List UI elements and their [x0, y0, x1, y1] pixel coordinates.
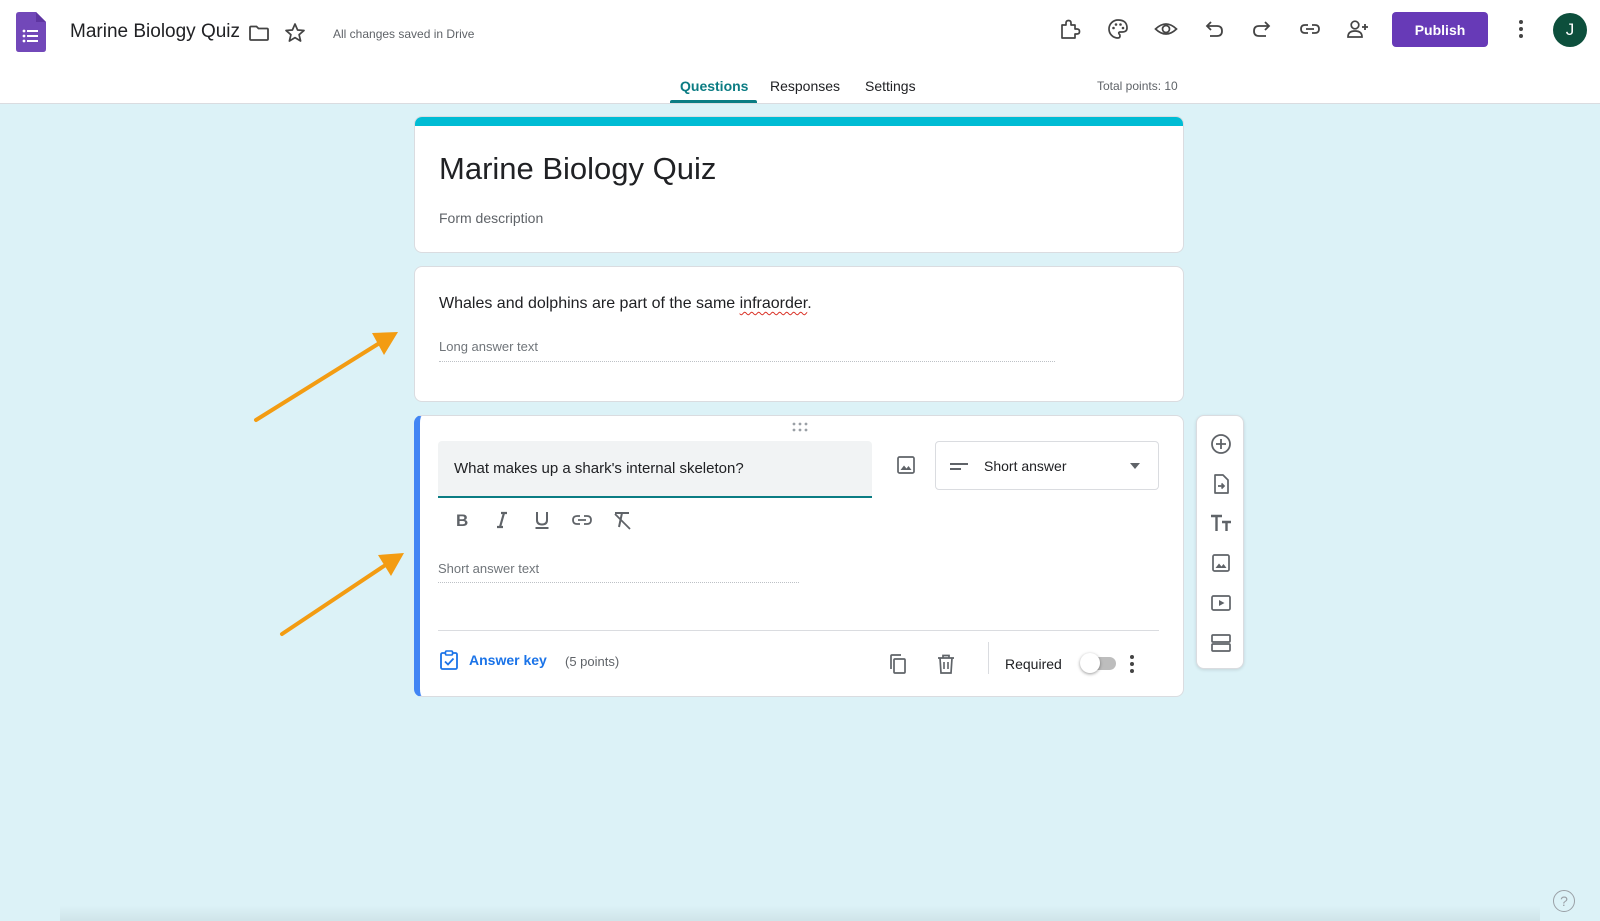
redo-icon[interactable] [1250, 17, 1274, 41]
add-video-icon[interactable] [1209, 591, 1233, 615]
annotation-arrow-2 [280, 553, 404, 636]
folder-icon[interactable] [247, 21, 271, 45]
question-1-text-before: Whales and dolphins are part of the same [439, 295, 740, 312]
answer-key-icon [440, 650, 458, 670]
publish-button[interactable]: Publish [1392, 12, 1488, 47]
points-value: (5 points) [565, 654, 620, 669]
tab-responses[interactable]: Responses [770, 78, 840, 94]
duplicate-icon[interactable] [886, 652, 910, 676]
add-image-icon[interactable] [894, 453, 918, 477]
required-label: Required [1005, 656, 1062, 672]
save-status: All changes saved in Drive [333, 27, 475, 41]
link-icon[interactable] [1298, 17, 1322, 41]
annotation-arrow-1 [254, 332, 398, 422]
active-tab-indicator [670, 100, 757, 103]
form-description-field[interactable]: Form description [439, 210, 543, 226]
add-section-icon[interactable] [1209, 631, 1233, 655]
clear-formatting-icon[interactable] [610, 508, 634, 532]
toggle-thumb [1080, 653, 1100, 673]
answer-key-label: Answer key [469, 652, 547, 668]
help-icon[interactable]: ? [1553, 890, 1575, 912]
question-type-dropdown[interactable]: Short answer [935, 441, 1159, 490]
add-collaborator-icon[interactable] [1346, 17, 1370, 41]
bold-icon[interactable]: B [450, 508, 474, 532]
question-card-2[interactable]: What makes up a shark's internal skeleto… [414, 415, 1184, 697]
long-answer-placeholder: Long answer text [439, 339, 539, 354]
answer-underline [438, 582, 799, 583]
tab-questions[interactable]: Questions [680, 78, 748, 94]
bottom-shadow [60, 905, 1540, 921]
tab-settings[interactable]: Settings [865, 78, 916, 94]
import-questions-icon[interactable] [1209, 472, 1233, 496]
answer-underline [439, 361, 1055, 362]
question-2-title-input[interactable]: What makes up a shark's internal skeleto… [438, 441, 872, 498]
document-title[interactable]: Marine Biology Quiz [70, 21, 240, 43]
addon-icon[interactable] [1058, 17, 1082, 41]
question-1-text-after: . [807, 295, 812, 312]
text-format-toolbar: B [450, 508, 634, 532]
question-footer-divider [438, 630, 1159, 631]
answer-key-button[interactable]: Answer key [438, 649, 547, 671]
delete-icon[interactable] [934, 652, 958, 676]
preview-icon[interactable] [1154, 17, 1178, 41]
form-title-card[interactable]: Marine Biology Quiz Form description [414, 116, 1184, 253]
add-title-icon[interactable] [1209, 511, 1233, 535]
footer-vertical-divider [988, 642, 989, 674]
form-title[interactable]: Marine Biology Quiz [439, 151, 716, 187]
svg-text:B: B [456, 511, 468, 530]
more-options-icon[interactable] [1120, 652, 1144, 676]
required-toggle[interactable] [1080, 652, 1116, 673]
question-card-1[interactable]: Whales and dolphins are part of the same… [414, 266, 1184, 402]
app-header: Marine Biology Quiz All changes saved in… [0, 0, 1600, 104]
question-2-text[interactable]: What makes up a shark's internal skeleto… [454, 460, 744, 477]
question-1-title[interactable]: Whales and dolphins are part of the same… [439, 295, 812, 313]
spellcheck-word[interactable]: infraorder [740, 295, 808, 312]
star-icon[interactable] [283, 21, 307, 45]
short-answer-placeholder: Short answer text [438, 561, 540, 576]
add-question-icon[interactable] [1209, 432, 1233, 456]
chevron-down-icon [1130, 463, 1140, 469]
forms-logo-icon[interactable] [16, 12, 46, 52]
short-answer-icon [950, 463, 968, 470]
italic-icon[interactable] [490, 508, 514, 532]
account-avatar[interactable]: J [1553, 13, 1587, 47]
more-vert-icon[interactable] [1509, 17, 1533, 41]
drag-handle-icon[interactable] [792, 422, 808, 432]
undo-icon[interactable] [1202, 17, 1226, 41]
theme-color-bar [415, 117, 1183, 126]
question-type-label: Short answer [984, 458, 1067, 474]
underline-icon[interactable] [530, 508, 554, 532]
form-tabs: Questions Responses Settings Total point… [0, 76, 1600, 104]
add-image-icon[interactable] [1209, 551, 1233, 575]
question-toolbar [1196, 415, 1244, 669]
insert-link-icon[interactable] [570, 508, 594, 532]
palette-icon[interactable] [1106, 17, 1130, 41]
total-points: Total points: 10 [1097, 79, 1178, 93]
